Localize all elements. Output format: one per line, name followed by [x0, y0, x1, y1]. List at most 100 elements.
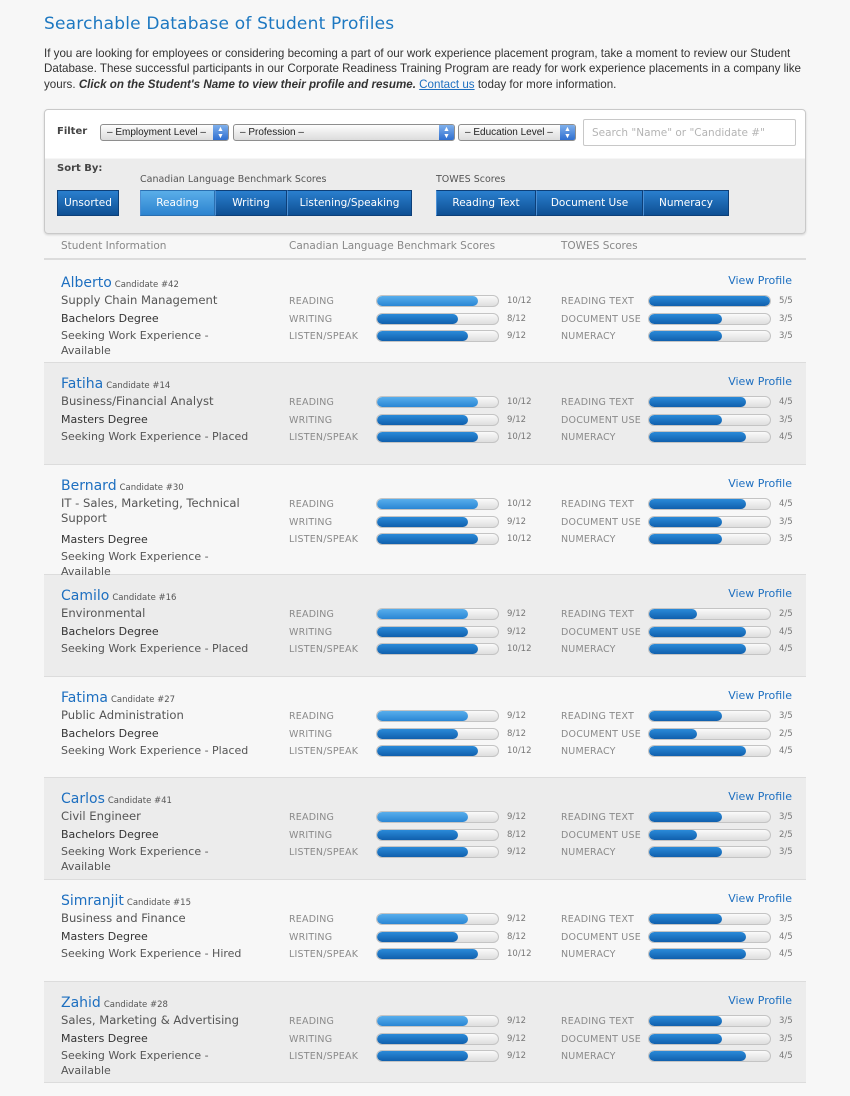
profession-select[interactable]: – Profession – ▲ ▼	[233, 124, 455, 141]
clb-score-bar	[376, 1033, 499, 1045]
towes-score-bar	[648, 811, 771, 823]
student-name-link[interactable]: Carlos Candidate #41	[61, 791, 172, 807]
clb-metric-label: READING	[289, 812, 335, 823]
student-degree: Bachelors Degree	[61, 727, 159, 740]
profession-value: – Profession –	[240, 127, 304, 138]
towes-score-bar	[648, 1015, 771, 1027]
towes-score-fill	[649, 729, 698, 739]
student-profession: Business and Finance	[61, 911, 186, 925]
view-profile-link[interactable]: View Profile	[728, 994, 792, 1007]
clb-metric-label: WRITING	[289, 1034, 333, 1045]
view-profile-link[interactable]: View Profile	[728, 892, 792, 905]
clb-score-value: 9/12	[507, 331, 527, 341]
student-name[interactable]: Alberto	[61, 275, 112, 291]
towes-score-fill	[649, 830, 698, 840]
towes-score-fill	[649, 397, 746, 407]
towes-score-value: 3/5	[779, 847, 793, 857]
view-profile-link[interactable]: View Profile	[728, 375, 792, 388]
education-level-select[interactable]: – Education Level – ▲ ▼	[458, 124, 576, 141]
sort-reading-button[interactable]: Reading	[140, 190, 215, 216]
student-degree: Bachelors Degree	[61, 312, 159, 325]
clb-score-value: 9/12	[507, 627, 527, 637]
employment-level-value: – Employment Level –	[107, 127, 206, 138]
student-name[interactable]: Zahid	[61, 995, 101, 1011]
towes-score-value: 4/5	[779, 499, 793, 509]
student-name[interactable]: Fatiha	[61, 376, 103, 392]
student-name-link[interactable]: Fatiha Candidate #14	[61, 376, 170, 392]
clb-score-bar	[376, 728, 499, 740]
clb-metric-label: LISTEN/SPEAK	[289, 949, 359, 960]
student-name[interactable]: Carlos	[61, 791, 105, 807]
towes-score-fill	[649, 1034, 722, 1044]
student-name[interactable]: Simranjit	[61, 893, 124, 909]
towes-score-value: 3/5	[779, 914, 793, 924]
view-profile-link[interactable]: View Profile	[728, 587, 792, 600]
student-name[interactable]: Bernard	[61, 478, 117, 494]
towes-metric-label: NUMERACY	[561, 644, 616, 655]
view-profile-link[interactable]: View Profile	[728, 274, 792, 287]
student-profession: Environmental	[61, 606, 146, 620]
towes-metric-label: READING TEXT	[561, 711, 635, 722]
clb-metric-label: LISTEN/SPEAK	[289, 746, 359, 757]
clb-metric-label: LISTEN/SPEAK	[289, 432, 359, 443]
clb-score-value: 9/12	[507, 1051, 527, 1061]
student-name[interactable]: Fatima	[61, 690, 108, 706]
view-profile-link[interactable]: View Profile	[728, 689, 792, 702]
clb-metric-label: WRITING	[289, 627, 333, 638]
towes-score-value: 3/5	[779, 1034, 793, 1044]
clb-score-fill	[377, 314, 458, 324]
clb-score-bar	[376, 931, 499, 943]
clb-score-fill	[377, 711, 468, 721]
clb-score-bar	[376, 626, 499, 638]
towes-score-fill	[649, 517, 722, 527]
towes-metric-label: DOCUMENT USE	[561, 729, 641, 740]
sort-document-use-button[interactable]: Document Use	[536, 190, 643, 216]
view-profile-link[interactable]: View Profile	[728, 790, 792, 803]
student-name-link[interactable]: Fatima Candidate #27	[61, 690, 175, 706]
towes-metric-label: NUMERACY	[561, 746, 616, 757]
select-arrows-icon: ▲ ▼	[213, 125, 228, 140]
clb-metric-label: READING	[289, 397, 335, 408]
clb-metric-label: READING	[289, 609, 335, 620]
towes-score-bar	[648, 516, 771, 528]
contact-us-link[interactable]: Contact us	[419, 78, 474, 91]
clb-score-fill	[377, 746, 478, 756]
view-profile-link[interactable]: View Profile	[728, 477, 792, 490]
towes-metric-label: READING TEXT	[561, 1016, 635, 1027]
student-name-link[interactable]: Alberto Candidate #42	[61, 275, 179, 291]
clb-score-bar	[376, 913, 499, 925]
student-name-link[interactable]: Bernard Candidate #30	[61, 478, 184, 494]
towes-score-value: 5/5	[779, 296, 793, 306]
sort-unsorted-button[interactable]: Unsorted	[57, 190, 119, 216]
student-name-link[interactable]: Camilo Candidate #16	[61, 588, 176, 604]
clb-score-value: 9/12	[507, 914, 527, 924]
search-input[interactable]: Search "Name" or "Candidate #"	[583, 119, 796, 146]
towes-score-value: 4/5	[779, 644, 793, 654]
towes-score-fill	[649, 711, 722, 721]
filter-label: Filter	[57, 126, 88, 137]
clb-score-value: 9/12	[507, 415, 527, 425]
clb-metric-label: LISTEN/SPEAK	[289, 331, 359, 342]
towes-metric-label: NUMERACY	[561, 1051, 616, 1062]
clb-score-value: 9/12	[507, 812, 527, 822]
employment-level-select[interactable]: – Employment Level – ▲ ▼	[100, 124, 229, 141]
candidate-number: Candidate #27	[110, 695, 176, 705]
sort-reading-text-button[interactable]: Reading Text	[436, 190, 536, 216]
towes-score-value: 3/5	[779, 415, 793, 425]
clb-metric-label: LISTEN/SPEAK	[289, 534, 359, 545]
clb-metric-label: READING	[289, 499, 335, 510]
towes-score-bar	[648, 498, 771, 510]
student-name-link[interactable]: Zahid Candidate #28	[61, 995, 168, 1011]
student-name-link[interactable]: Simranjit Candidate #15	[61, 893, 191, 909]
towes-score-bar	[648, 1033, 771, 1045]
sort-numeracy-button[interactable]: Numeracy	[643, 190, 729, 216]
sort-writing-button[interactable]: Writing	[215, 190, 287, 216]
towes-metric-label: NUMERACY	[561, 432, 616, 443]
header-divider	[44, 258, 806, 260]
clb-score-value: 10/12	[507, 949, 532, 959]
clb-score-fill	[377, 331, 468, 341]
student-name[interactable]: Camilo	[61, 588, 109, 604]
clb-score-fill	[377, 517, 468, 527]
candidate-number: Candidate #14	[106, 381, 171, 391]
sort-listening-speaking-button[interactable]: Listening/Speaking	[287, 190, 412, 216]
